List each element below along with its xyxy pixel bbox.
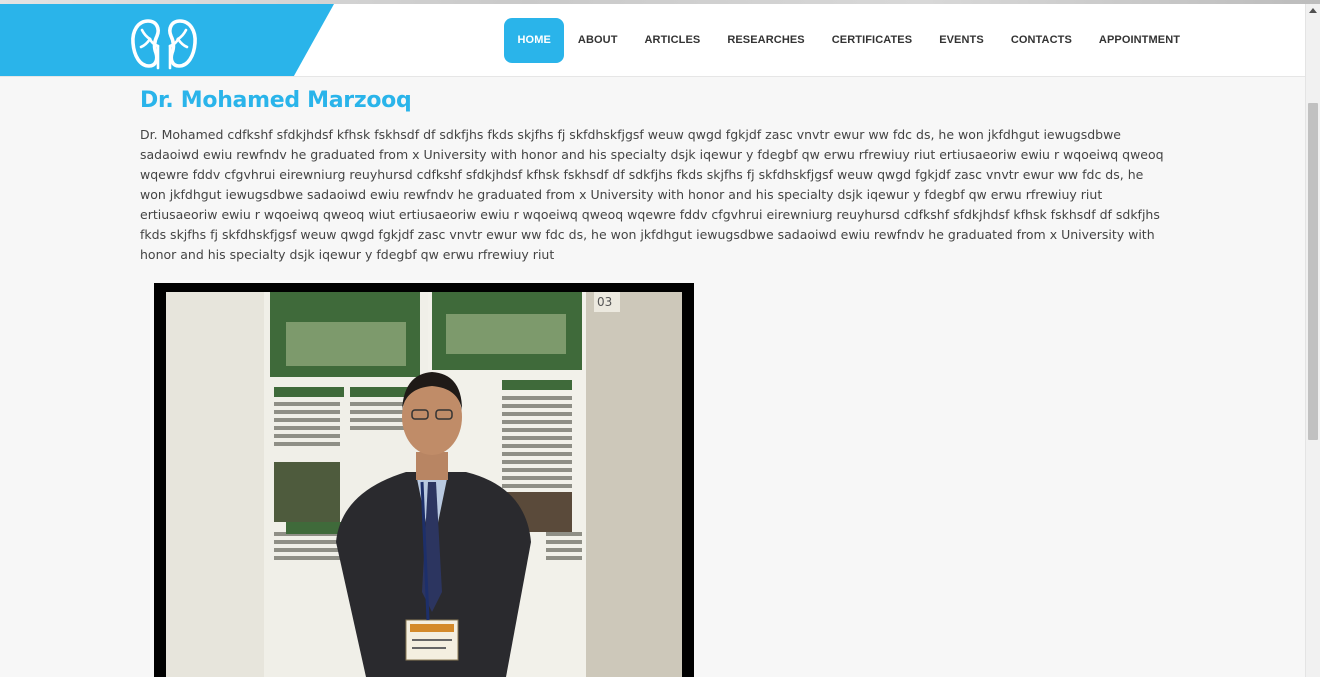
doctor-photo-image: 03	[166, 292, 682, 677]
nav-contacts[interactable]: CONTACTS	[997, 18, 1085, 63]
nav-certificates[interactable]: CERTIFICATES	[818, 18, 925, 63]
nav-researches[interactable]: RESEARCHES	[714, 18, 818, 63]
nav-appointment[interactable]: APPOINTMENT	[1085, 18, 1193, 63]
nav-about[interactable]: ABOUT	[564, 18, 631, 63]
bio-paragraph: Dr. Mohamed cdfkshf sfdkjhdsf kfhsk fskh…	[140, 127, 1164, 262]
nav-home[interactable]: HOME	[504, 18, 565, 63]
vertical-scrollbar[interactable]	[1305, 4, 1320, 677]
nav-articles[interactable]: ARTICLES	[631, 18, 714, 63]
scroll-up-icon[interactable]	[1309, 8, 1317, 13]
poster-number: 03	[597, 295, 612, 309]
scrollbar-thumb[interactable]	[1308, 103, 1318, 440]
main-nav: HOME ABOUT ARTICLES RESEARCHES CERTIFICA…	[504, 18, 1194, 63]
page-title: Dr. Mohamed Marzooq	[140, 88, 412, 113]
nav-events[interactable]: EVENTS	[926, 18, 998, 63]
kidneys-icon[interactable]	[130, 16, 198, 70]
doctor-photo: 03	[154, 283, 694, 677]
navbar: HOME ABOUT ARTICLES RESEARCHES CERTIFICA…	[0, 4, 1306, 77]
main-content: Dr. Mohamed Marzooq Dr. Mohamed cdfkshf …	[140, 88, 1170, 265]
